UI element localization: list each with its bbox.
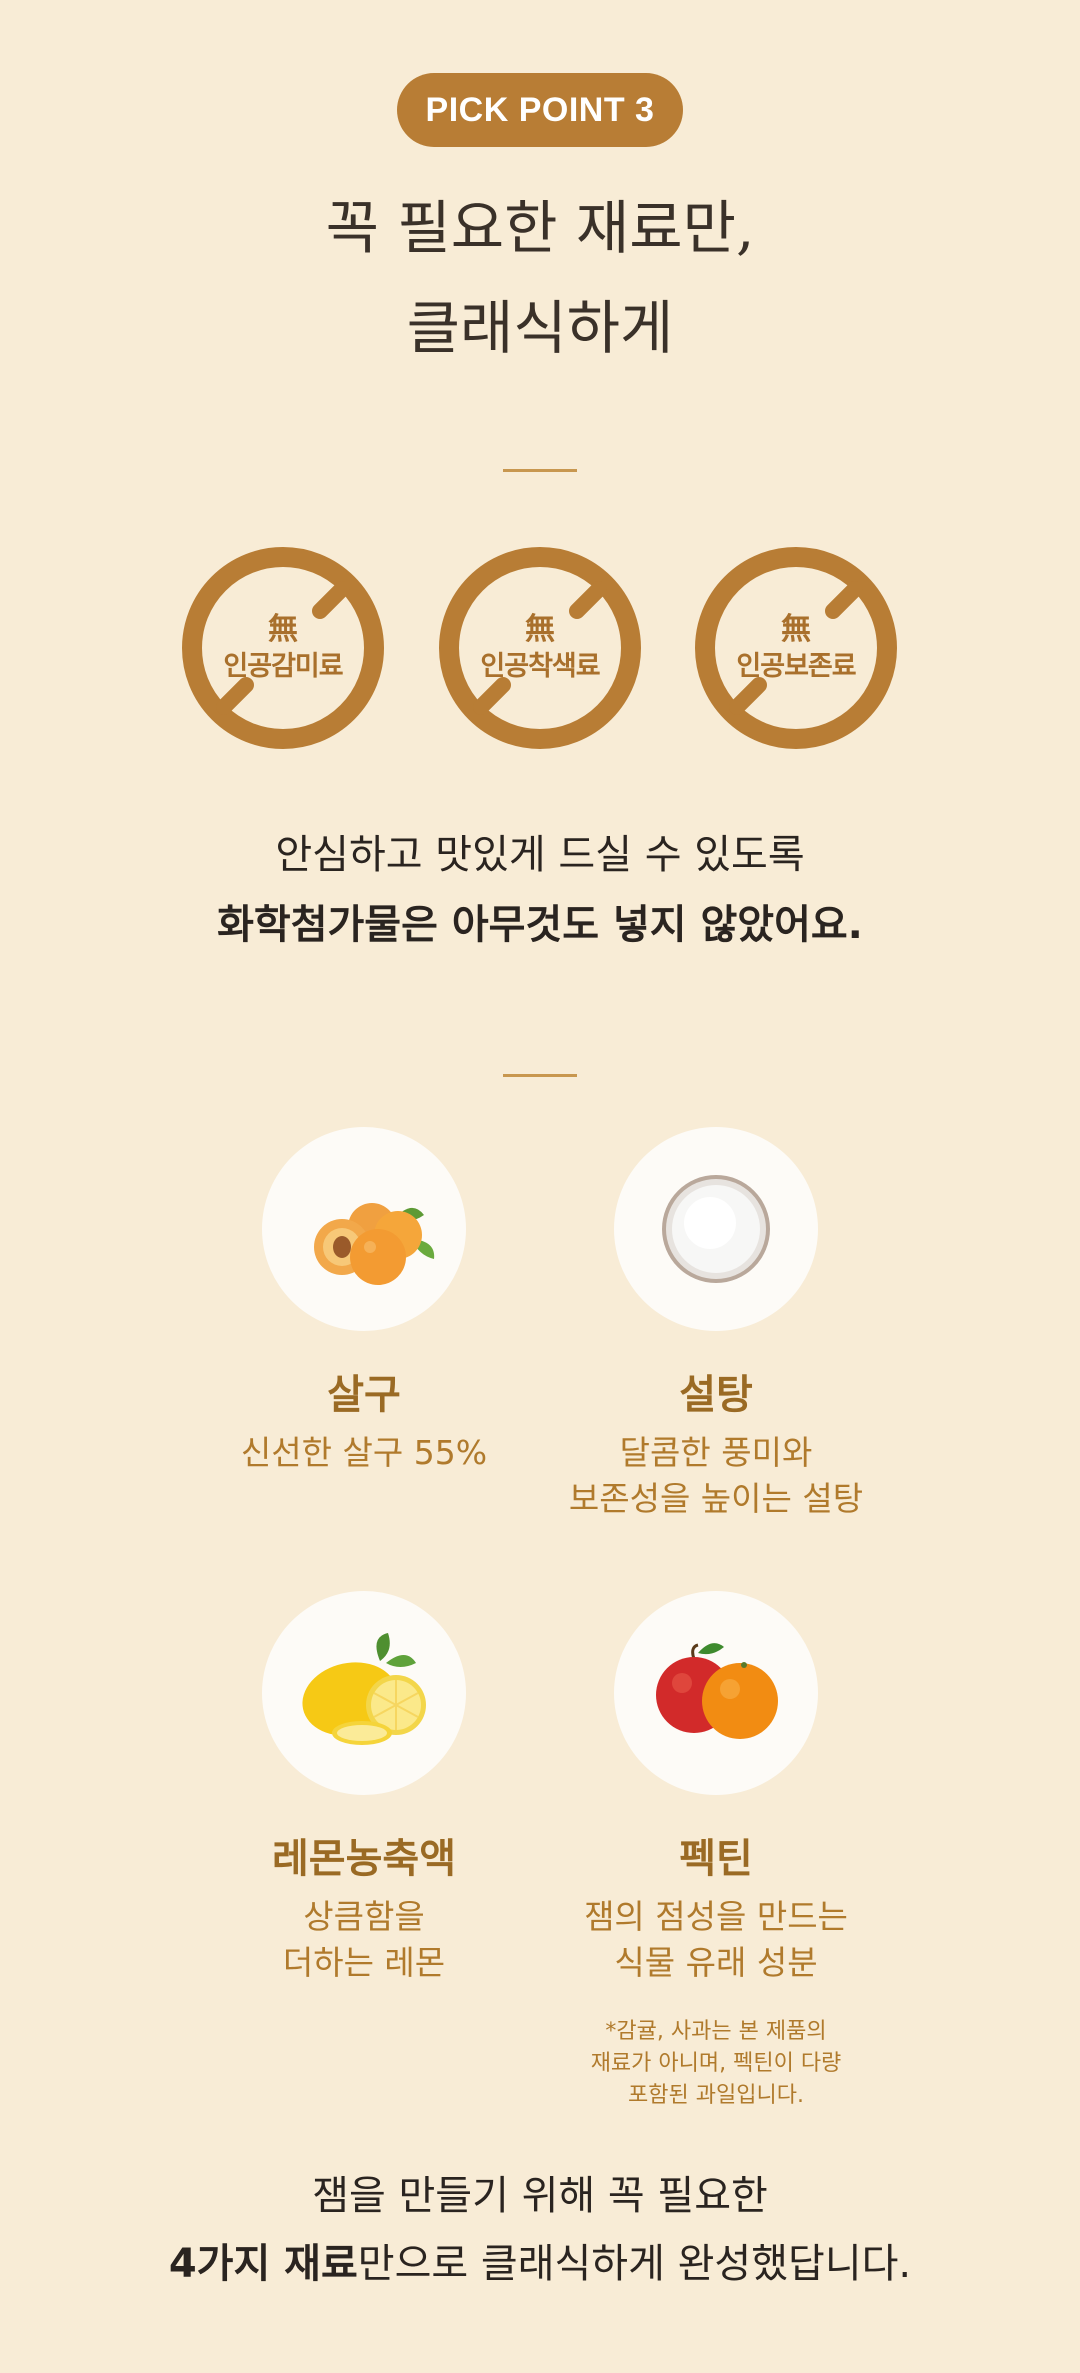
statement-line2: 화학첨가물은 아무것도 넣지 않았어요.: [217, 902, 863, 948]
ingredient-desc: 달콤한 풍미와: [619, 1433, 813, 1472]
closing-rest: 만으로 클래식하게 완성했답니다.: [357, 2241, 912, 2287]
sugar-bowl-icon: [662, 1175, 770, 1283]
no-mark: 無: [781, 612, 811, 647]
closing-highlight: 4가지 재료: [168, 2241, 358, 2287]
divider-top: [503, 469, 577, 472]
ingredient-desc: 상큼함을: [303, 1897, 425, 1936]
badge-label: 인공착색료: [480, 651, 600, 682]
lemon-image: [262, 1591, 466, 1795]
no-artificial-preservative-badge: 無 인공보존료: [693, 545, 899, 751]
statement-line1: 안심하고 맛있게 드실 수 있도록: [275, 832, 805, 878]
sugar-image: [614, 1127, 818, 1331]
divider-middle: [503, 1074, 577, 1077]
pectin-note-line3: 포함된 과일입니다.: [628, 2083, 804, 2108]
ingredient-name: 살구: [327, 1372, 401, 1418]
pectin-note-line2: 재료가 아니며, 펙틴이 다량: [590, 2051, 842, 2076]
no-artificial-sweetener-badge: 無 인공감미료: [180, 545, 386, 751]
ingredient-desc: 더하는 레몬: [282, 1943, 446, 1982]
pectin-note-line1: *감귤, 사과는 본 제품의: [605, 2019, 827, 2044]
ingredient-desc: 보존성을 높이는 설탕: [568, 1479, 864, 1518]
apple-orange-icon: [656, 1643, 778, 1739]
closing-line2: 4가지 재료만으로 클래식하게 완성했답니다.: [0, 2225, 1080, 2303]
pick-point-badge: PICK POINT 3: [397, 73, 683, 147]
apricot-icon: [314, 1203, 435, 1285]
ingredient-name: 레몬농축액: [272, 1836, 456, 1882]
section-title-line2: 클래식하게: [406, 294, 674, 362]
ingredient-desc: 식물 유래 성분: [614, 1943, 818, 1982]
apricot-image: [262, 1127, 466, 1331]
apple-orange-image: [614, 1591, 818, 1795]
no-artificial-coloring-badge: 無 인공착색료: [437, 545, 643, 751]
ingredient-name: 펙틴: [679, 1836, 753, 1882]
ingredient-desc: 신선한 살구 55%: [240, 1433, 488, 1472]
closing-line1: 잼을 만들기 위해 꼭 필요한: [312, 2173, 768, 2219]
section-title-line1: 꼭 필요한 재료만,: [325, 194, 755, 262]
ingredient-name: 설탕: [679, 1372, 753, 1418]
lemon-icon: [302, 1633, 426, 1745]
badge-label: 인공감미료: [223, 651, 343, 682]
ingredient-desc: 잼의 점성을 만드는: [584, 1897, 848, 1936]
no-mark: 無: [525, 612, 555, 647]
badge-label: 인공보존료: [736, 651, 856, 682]
no-mark: 無: [268, 612, 298, 647]
